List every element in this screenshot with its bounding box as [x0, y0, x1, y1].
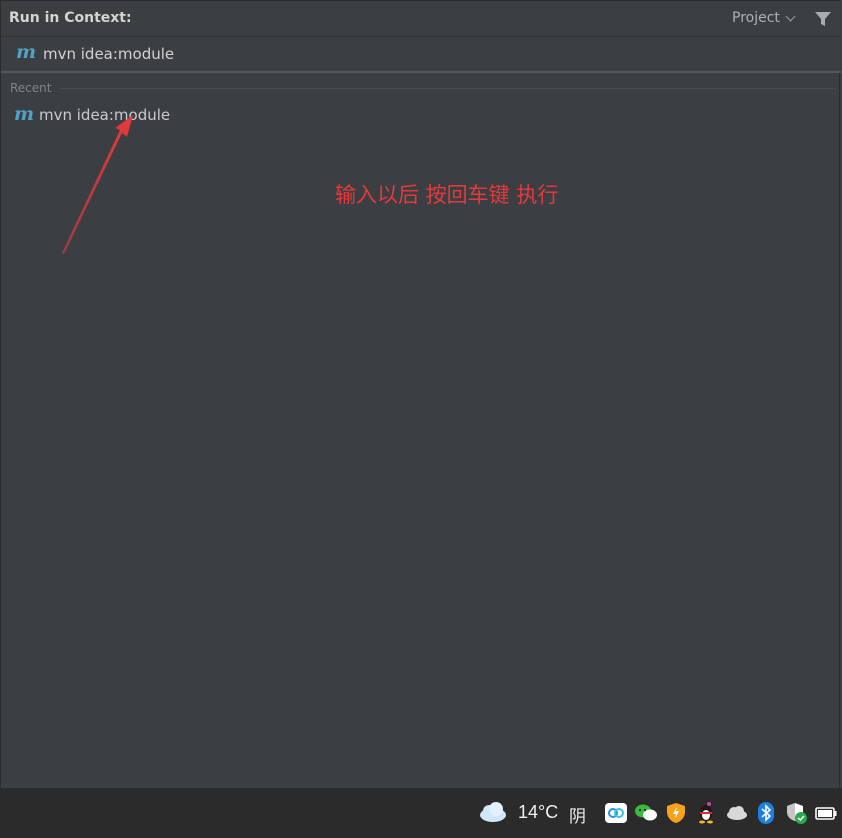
temperature[interactable]: 14°C [518, 802, 558, 823]
qq-icon[interactable] [694, 801, 718, 825]
annotation-text: 输入以后 按回车键 执行 [335, 183, 559, 207]
onedrive-icon[interactable] [724, 801, 748, 825]
popup-title: Run in Context: [9, 10, 132, 26]
chevron-down-icon [785, 11, 796, 21]
windows-taskbar: 14°C 阴 [0, 788, 842, 838]
bluetooth-icon[interactable] [754, 801, 778, 825]
cloud-weather-icon[interactable] [478, 801, 508, 823]
recent-label: Recent [10, 81, 52, 95]
recent-item[interactable]: m mvn idea:module [1, 103, 841, 127]
filter-icon[interactable] [814, 11, 832, 27]
wechat-icon[interactable] [634, 801, 658, 825]
maven-icon: m [16, 41, 37, 63]
scope-dropdown[interactable]: Project [732, 10, 796, 26]
maven-icon: m [14, 103, 35, 125]
scope-dropdown-label: Project [732, 10, 780, 26]
battery-icon[interactable] [814, 801, 838, 825]
baidu-netdisk-icon[interactable] [604, 801, 628, 825]
windows-security-icon[interactable] [784, 801, 808, 825]
recent-item-label: mvn idea:module [39, 106, 171, 124]
command-input-row: m [1, 37, 841, 73]
command-input[interactable] [43, 44, 823, 64]
security-shield-icon[interactable] [664, 801, 688, 825]
weather-condition[interactable]: 阴 [569, 802, 586, 827]
popup-header: Run in Context: Project [1, 1, 841, 37]
recent-separator [59, 88, 835, 89]
run-in-context-popup: Run in Context: Project m Recent m mvn i… [0, 0, 841, 788]
